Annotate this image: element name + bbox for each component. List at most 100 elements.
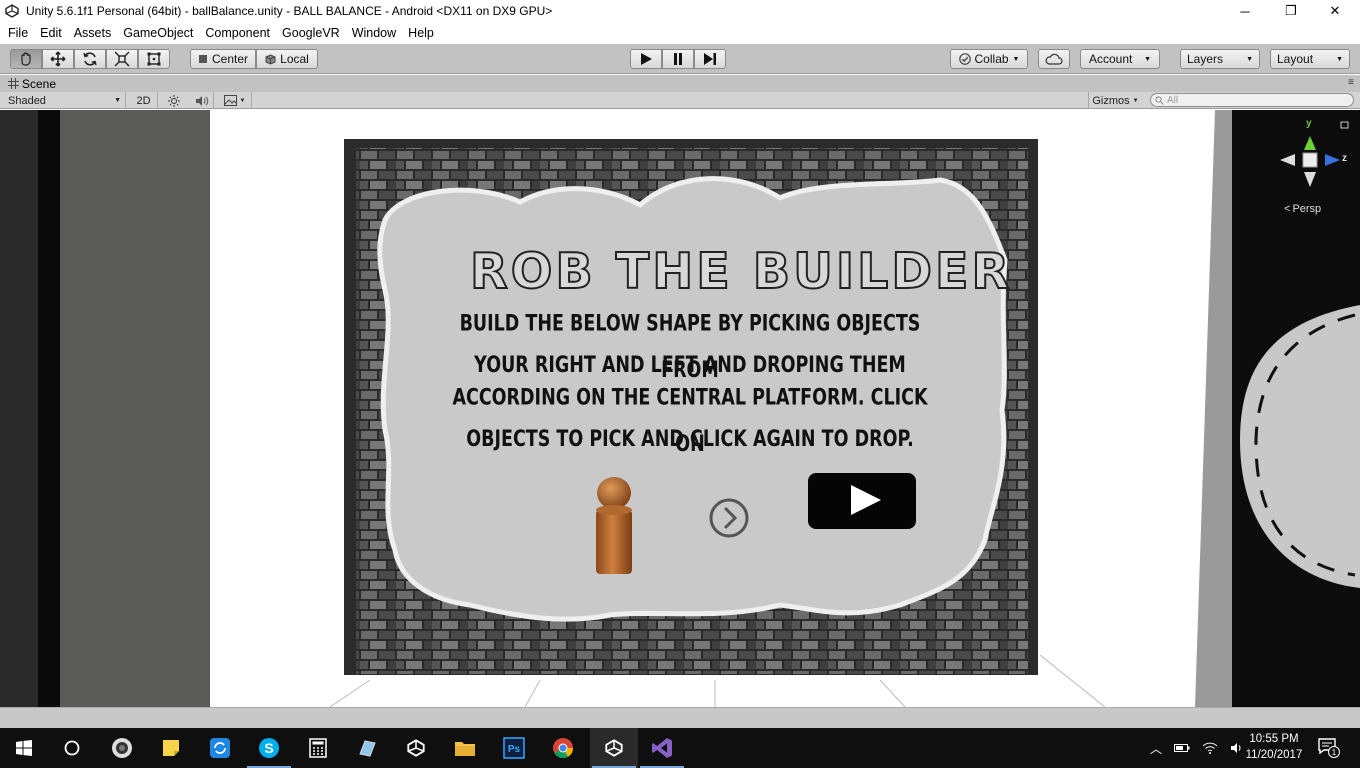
step-button[interactable]	[694, 49, 726, 69]
scale-tool-button[interactable]	[106, 49, 138, 69]
menu-window[interactable]: Window	[346, 26, 402, 40]
taskbar-app-photoshop[interactable]: Ps	[490, 728, 538, 768]
scene-tab-bar: Scene ≡	[0, 75, 1360, 92]
image-icon	[223, 95, 237, 106]
menu-file[interactable]: File	[2, 26, 34, 40]
shading-mode-label: Shaded	[8, 94, 46, 107]
shading-mode-dropdown[interactable]: Shaded ▼	[8, 92, 126, 109]
scale-icon	[114, 51, 130, 67]
sticky-notes-icon	[163, 740, 179, 756]
taskbar-app-sync[interactable]	[196, 728, 244, 768]
close-button[interactable]: ✕	[1312, 0, 1358, 22]
local-label: Local	[280, 52, 309, 66]
search-placeholder: All	[1167, 94, 1179, 106]
gizmo-y-label: y	[1306, 118, 1312, 129]
gizmos-dropdown[interactable]: Gizmos ▼	[1088, 92, 1142, 109]
windows-logo-icon	[16, 740, 32, 756]
menu-bar: File Edit Assets GameObject Component Go…	[0, 22, 1360, 44]
menu-assets[interactable]: Assets	[68, 26, 118, 40]
pause-icon	[674, 53, 682, 65]
checkmark-icon	[958, 53, 971, 65]
svg-text:S: S	[264, 740, 273, 756]
unity-icon	[605, 739, 623, 757]
start-button[interactable]	[0, 728, 48, 768]
layers-dropdown[interactable]: Layers ▼	[1180, 49, 1260, 69]
sync-app-icon	[210, 738, 230, 758]
battery-icon[interactable]	[1174, 743, 1190, 753]
calculator-icon	[309, 738, 327, 758]
taskbar-app-calculator[interactable]	[294, 728, 342, 768]
chevron-down-icon: ▼	[239, 97, 246, 104]
system-tray: ︿	[1150, 728, 1244, 768]
menu-googlevr[interactable]: GoogleVR	[276, 26, 346, 40]
notepad-icon	[359, 740, 376, 757]
layout-label: Layout	[1277, 52, 1314, 66]
grid-icon	[8, 78, 19, 89]
menu-help[interactable]: Help	[402, 26, 440, 40]
hierarchy-search-input[interactable]: All	[1150, 93, 1354, 107]
sun-icon	[168, 94, 180, 107]
hand-tool-button[interactable]	[10, 49, 42, 69]
skype-icon: S	[259, 738, 279, 758]
action-center-button[interactable]: 1	[1318, 738, 1342, 758]
svg-text:Ps: Ps	[508, 744, 521, 755]
lighting-toggle[interactable]	[162, 92, 186, 109]
taskbar-app-unity-1[interactable]	[392, 728, 440, 768]
taskbar-app-visual-studio[interactable]	[638, 728, 686, 768]
taskbar-app-skype[interactable]: S	[245, 728, 293, 768]
tab-scene[interactable]: Scene	[8, 77, 56, 91]
chevron-up-icon[interactable]: ︿	[1150, 740, 1162, 757]
wifi-icon[interactable]	[1202, 742, 1218, 754]
game-play-button	[808, 473, 916, 529]
collab-dropdown[interactable]: Collab ▼	[950, 49, 1028, 69]
taskbar-app-camera[interactable]	[98, 728, 146, 768]
audio-toggle[interactable]	[190, 92, 214, 109]
speaker-icon	[195, 95, 208, 106]
chrome-icon	[553, 738, 574, 759]
taskbar-app-unity-2[interactable]	[590, 728, 638, 768]
scene-viewport[interactable]: ROB THE BUILDER BUILD THE BELOW SHAPE BY…	[0, 110, 1360, 707]
2d-toggle[interactable]: 2D	[130, 92, 158, 109]
rotate-tool-button[interactable]	[74, 49, 106, 69]
cortana-button[interactable]	[48, 728, 96, 768]
rotate-icon	[83, 52, 97, 66]
visual-studio-icon	[652, 738, 672, 758]
persp-toggle[interactable]: < Persp	[1284, 203, 1321, 215]
play-button[interactable]	[630, 49, 662, 69]
pivot-center-button[interactable]: Center	[190, 49, 256, 69]
clock-time: 10:55 PM	[1249, 733, 1299, 745]
pause-button[interactable]	[662, 49, 694, 69]
account-dropdown[interactable]: Account ▼	[1080, 49, 1160, 69]
cloud-button[interactable]	[1038, 49, 1070, 69]
persp-label: Persp	[1292, 203, 1322, 215]
taskbar-app-sticky-notes[interactable]	[147, 728, 195, 768]
local-cube-icon	[265, 53, 276, 65]
move-tool-button[interactable]	[42, 49, 74, 69]
step-icon	[704, 53, 716, 65]
gizmos-label: Gizmos	[1092, 94, 1130, 107]
chevron-left-icon: <	[1284, 203, 1291, 215]
rect-transform-icon	[147, 52, 161, 66]
chevron-down-icon: ▼	[1132, 97, 1139, 104]
pivot-local-button[interactable]: Local	[256, 49, 318, 69]
gizmo-z-label: z	[1342, 153, 1347, 164]
clock[interactable]: 10:55 PM 11/20/2017	[1236, 731, 1312, 763]
restore-button[interactable]: ❐	[1268, 0, 1314, 22]
taskbar-app-chrome[interactable]	[539, 728, 587, 768]
scene-options-bar: Shaded ▼ 2D ▼ Gizmos ▼ All	[0, 92, 1360, 109]
status-bar	[0, 707, 1360, 728]
clock-date: 11/20/2017	[1245, 749, 1303, 761]
menu-edit[interactable]: Edit	[34, 26, 68, 40]
game-title: ROB THE BUILDER	[469, 242, 1013, 301]
cortana-circle-icon	[64, 740, 80, 756]
taskbar-app-file-explorer[interactable]	[441, 728, 489, 768]
taskbar-app-notepad[interactable]	[343, 728, 391, 768]
rect-tool-button[interactable]	[138, 49, 170, 69]
effects-dropdown[interactable]: ▼	[218, 92, 252, 109]
cloud-icon	[1045, 53, 1063, 65]
layout-dropdown[interactable]: Layout ▼	[1270, 49, 1350, 69]
menu-gameobject[interactable]: GameObject	[117, 26, 199, 40]
menu-component[interactable]: Component	[199, 26, 276, 40]
minimize-button[interactable]: ─	[1222, 0, 1268, 22]
panel-menu-icon[interactable]: ≡	[1348, 77, 1354, 88]
